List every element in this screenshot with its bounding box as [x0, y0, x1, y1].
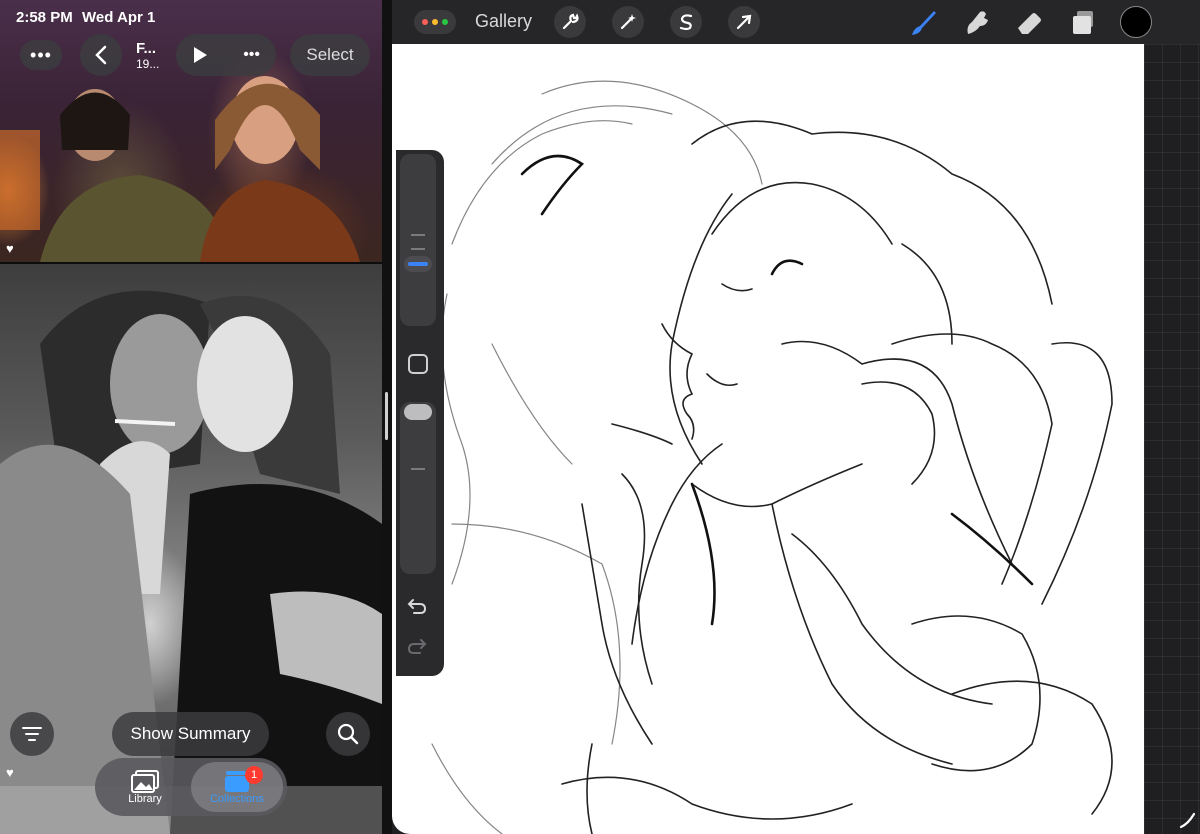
tab-library[interactable]: Library	[99, 762, 191, 812]
tab-library-label: Library	[128, 793, 162, 805]
procreate-sidebar	[396, 150, 444, 676]
eraser-tool-button[interactable]	[1014, 8, 1044, 43]
slider-tick	[411, 248, 425, 250]
slider-tick	[411, 234, 425, 236]
smudge-icon	[967, 11, 988, 35]
album-title: F...	[136, 40, 157, 57]
wrench-icon	[562, 13, 579, 30]
selection-s-icon	[679, 14, 693, 31]
ellipsis-icon[interactable]: •••	[243, 46, 260, 64]
split-view-handle[interactable]	[385, 392, 388, 440]
adjustments-button[interactable]	[612, 6, 644, 38]
search-icon	[337, 723, 359, 745]
filter-button[interactable]	[10, 712, 54, 756]
show-summary-button[interactable]: Show Summary	[112, 712, 269, 756]
color-picker-swatch[interactable]	[1120, 6, 1152, 38]
window-controls[interactable]	[414, 10, 456, 34]
status-time: 2:58 PM	[16, 9, 73, 26]
tab-collections[interactable]: Collections 1	[191, 762, 283, 812]
album-subtitle: 19...	[136, 57, 160, 71]
brush-opacity-slider[interactable]	[400, 402, 436, 574]
smudge-tool-button[interactable]	[962, 8, 992, 43]
redo-icon	[407, 639, 427, 654]
brush-opacity-thumb[interactable]	[404, 404, 432, 420]
brush-size-indicator	[408, 262, 428, 266]
filter-icon	[22, 727, 42, 741]
selection-button[interactable]	[670, 6, 702, 38]
favorite-heart-icon[interactable]: ♥	[6, 766, 20, 780]
favorite-heart-icon[interactable]: ♥	[6, 242, 20, 256]
gallery-button[interactable]: Gallery	[475, 11, 532, 32]
layers-icon	[1073, 11, 1093, 34]
tab-collections-label: Collections	[210, 793, 264, 805]
photos-tab-bar: Library Collections 1	[95, 758, 287, 816]
status-date: Wed Apr 1	[82, 9, 156, 26]
chevron-left-icon	[95, 45, 107, 65]
corner-quickmenu-icon[interactable]	[1178, 810, 1198, 830]
layers-button[interactable]	[1068, 8, 1098, 43]
magic-wand-icon	[620, 14, 636, 30]
actions-button[interactable]	[554, 6, 586, 38]
procreate-toolbar: Gallery	[392, 0, 1200, 44]
play-more-group: •••	[176, 34, 276, 76]
minimize-dot-icon[interactable]	[432, 19, 438, 25]
select-button[interactable]: Select	[290, 34, 370, 76]
play-icon[interactable]	[192, 46, 208, 64]
more-options-button[interactable]: •••	[20, 40, 62, 70]
brush-size-thumb[interactable]	[404, 256, 432, 272]
brush-size-slider[interactable]	[400, 154, 436, 326]
drawing-canvas[interactable]	[392, 44, 1144, 834]
redo-button[interactable]	[406, 636, 428, 662]
zoom-dot-icon[interactable]	[442, 19, 448, 25]
photos-app-panel: ♥ ♥ 2:58 PM Wed Apr 1 ••• F... 19... •••…	[0, 0, 382, 834]
undo-icon	[407, 599, 427, 614]
close-dot-icon[interactable]	[422, 19, 428, 25]
search-button[interactable]	[326, 712, 370, 756]
undo-button[interactable]	[406, 596, 428, 622]
photos-library-icon	[131, 770, 159, 793]
sketch-drawing	[431, 80, 1113, 834]
back-button[interactable]	[80, 34, 122, 76]
procreate-app-panel: Gallery	[392, 0, 1200, 834]
brush-icon	[912, 11, 936, 35]
canvas-margin-grid	[1144, 44, 1200, 834]
ellipsis-icon: •••	[30, 44, 52, 65]
slider-tick	[411, 468, 425, 470]
modify-button[interactable]	[408, 354, 428, 374]
transform-button[interactable]	[728, 6, 760, 38]
notification-badge: 1	[245, 766, 263, 784]
transform-arrow-icon	[736, 14, 752, 30]
eraser-icon	[1018, 13, 1041, 34]
brush-tool-button[interactable]	[908, 8, 938, 43]
